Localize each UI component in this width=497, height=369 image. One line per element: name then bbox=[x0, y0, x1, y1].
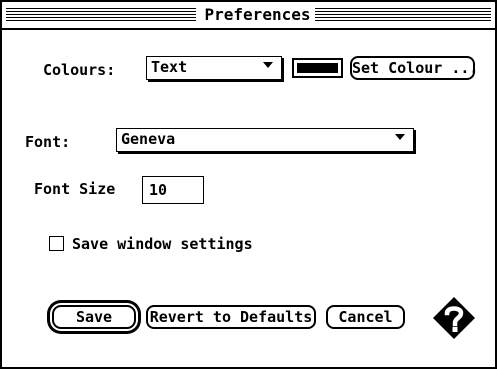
font-popup-value: Geneva bbox=[121, 130, 176, 148]
popup-arrow-icon bbox=[395, 134, 405, 140]
title-bar-stripes-right bbox=[315, 8, 491, 22]
font-label: Font: bbox=[25, 133, 71, 151]
title-bar[interactable]: Preferences bbox=[2, 2, 495, 30]
colours-popup[interactable]: Text bbox=[146, 56, 282, 80]
colour-swatch-fill bbox=[297, 63, 338, 73]
window-title: Preferences bbox=[196, 5, 319, 25]
font-size-label: Font Size bbox=[34, 180, 116, 198]
save-button[interactable]: Save bbox=[52, 305, 136, 329]
colours-label: Colours: bbox=[43, 61, 116, 79]
save-window-settings-checkbox[interactable] bbox=[49, 236, 64, 251]
font-size-field[interactable] bbox=[142, 176, 204, 204]
help-diamond-icon[interactable] bbox=[432, 296, 476, 340]
colours-popup-value: Text bbox=[151, 58, 188, 76]
cancel-button[interactable]: Cancel bbox=[326, 305, 405, 329]
font-popup[interactable]: Geneva bbox=[116, 128, 414, 152]
popup-arrow-icon bbox=[263, 62, 273, 68]
title-bar-stripes-left bbox=[6, 8, 196, 22]
save-window-settings-label: Save window settings bbox=[72, 235, 253, 253]
set-colour-button[interactable]: Set Colour ... bbox=[350, 56, 478, 80]
revert-to-defaults-button[interactable]: Revert to Defaults bbox=[146, 305, 316, 329]
colour-swatch bbox=[292, 58, 343, 78]
